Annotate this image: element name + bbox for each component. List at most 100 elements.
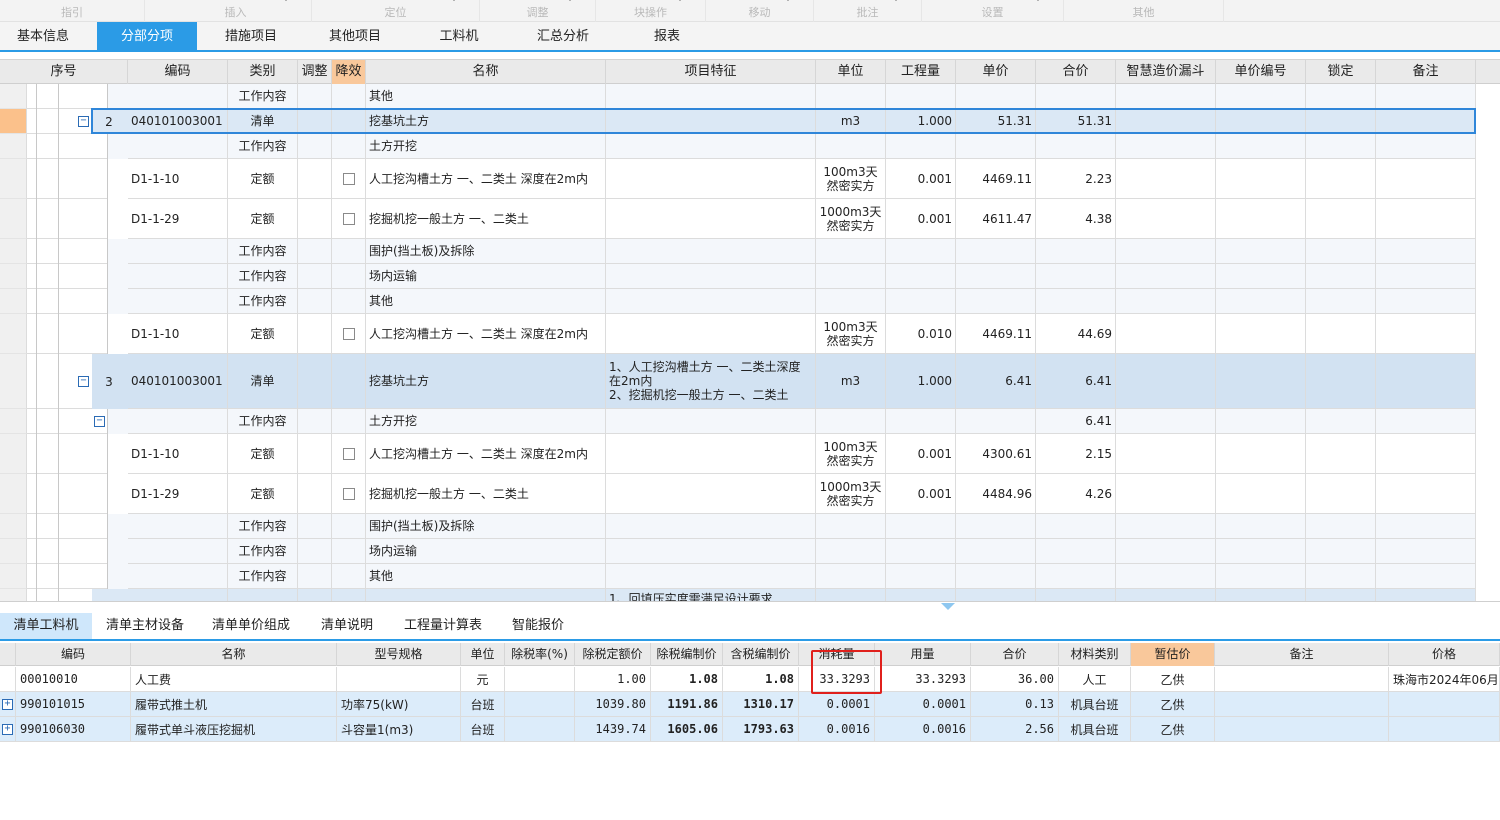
- cell-empty[interactable]: [1376, 289, 1476, 314]
- resource-cell-unit[interactable]: 台班: [461, 692, 505, 717]
- cell-empty[interactable]: [1116, 264, 1216, 289]
- resource-cell-unit[interactable]: 元: [461, 667, 505, 692]
- table-row[interactable]: 工作内容 其他: [0, 289, 1500, 314]
- cell-empty[interactable]: [1216, 514, 1306, 539]
- row-gutter[interactable]: [0, 199, 27, 239]
- detail-tab-2[interactable]: 清单单价组成: [198, 613, 304, 639]
- cell-total[interactable]: 4.38: [1036, 199, 1116, 239]
- dropdown-caret-icon[interactable]: [566, 0, 574, 1]
- column-header[interactable]: 单位: [816, 60, 886, 84]
- cell-feature[interactable]: [606, 289, 816, 314]
- cell-name[interactable]: 挖基坑土方: [366, 354, 606, 409]
- cell-name[interactable]: 土方开挖: [366, 134, 606, 159]
- cell-price[interactable]: 6.41: [956, 354, 1036, 409]
- resource-column-header[interactable]: 除税定额价: [575, 643, 651, 666]
- cell-empty[interactable]: [1116, 239, 1216, 264]
- cell-empty[interactable]: [298, 199, 332, 239]
- checkbox-icon[interactable]: [342, 487, 355, 500]
- resource-column-header[interactable]: 含税编制价: [723, 643, 799, 666]
- resource-cell-consume[interactable]: 33.3293: [799, 667, 875, 692]
- cell-feature[interactable]: [606, 159, 816, 199]
- cell-total[interactable]: 44.69: [1036, 314, 1116, 354]
- cell-cat[interactable]: [228, 589, 298, 601]
- column-header[interactable]: 备注: [1376, 60, 1476, 84]
- cell-cb[interactable]: [332, 84, 366, 109]
- resource-column-header[interactable]: 价格: [1389, 643, 1500, 666]
- cell-empty[interactable]: [1376, 474, 1476, 514]
- row-gutter[interactable]: [0, 539, 27, 564]
- cell-unit[interactable]: 1000m3天然密实方: [816, 199, 886, 239]
- cell-unit[interactable]: [816, 514, 886, 539]
- cell-empty[interactable]: [1216, 134, 1306, 159]
- tab-4[interactable]: 工料机: [410, 22, 508, 50]
- cell-cat[interactable]: 工作内容: [228, 289, 298, 314]
- cell-qty[interactable]: 0.001: [886, 474, 956, 514]
- cell-empty[interactable]: [1306, 539, 1376, 564]
- column-header[interactable]: 智慧造价漏斗: [1116, 60, 1216, 84]
- cell-code[interactable]: [128, 134, 228, 159]
- cell-empty[interactable]: [1216, 409, 1306, 434]
- cell-feature[interactable]: [606, 264, 816, 289]
- row-gutter[interactable]: [0, 409, 27, 434]
- resource-cell-usage[interactable]: 33.3293: [875, 667, 971, 692]
- dropdown-caret-icon[interactable]: [784, 0, 792, 1]
- resource-column-header[interactable]: 材料类别: [1059, 643, 1131, 666]
- column-header[interactable]: 名称: [366, 60, 606, 84]
- table-row[interactable]: D1-1-10 定额 人工挖沟槽土方 一、二类土 深度在2m内 100m3天然密实方 0…: [0, 434, 1500, 474]
- cell-empty[interactable]: [1116, 564, 1216, 589]
- cell-empty[interactable]: [298, 239, 332, 264]
- resource-column-header[interactable]: 合价: [971, 643, 1059, 666]
- resource-cell-withtax[interactable]: 1.08: [723, 667, 799, 692]
- cell-empty[interactable]: [1116, 289, 1216, 314]
- checkbox-icon[interactable]: [342, 212, 355, 225]
- cell-empty[interactable]: [1216, 264, 1306, 289]
- cell-empty[interactable]: [298, 514, 332, 539]
- cell-name[interactable]: 围护(挡土板)及拆除: [366, 239, 606, 264]
- resource-cell-note[interactable]: [1215, 692, 1389, 717]
- cell-feature[interactable]: [606, 564, 816, 589]
- cell-price[interactable]: [956, 564, 1036, 589]
- row-gutter[interactable]: [0, 239, 27, 264]
- cell-qty[interactable]: 1.000: [886, 109, 956, 134]
- cell-unit[interactable]: [816, 134, 886, 159]
- resource-cell-taxrate[interactable]: [505, 667, 575, 692]
- resource-cell-base[interactable]: 1439.74: [575, 717, 651, 742]
- row-gutter[interactable]: [0, 314, 27, 354]
- resource-row-gutter[interactable]: +: [0, 717, 16, 742]
- cell-empty[interactable]: [1216, 199, 1306, 239]
- cell-price[interactable]: [956, 289, 1036, 314]
- cell-cat[interactable]: 定额: [228, 314, 298, 354]
- dropdown-caret-icon[interactable]: [892, 0, 900, 1]
- cell-code[interactable]: 040101003001: [128, 109, 228, 134]
- tab-5[interactable]: 汇总分析: [510, 22, 616, 50]
- cell-price[interactable]: 4469.11: [956, 159, 1036, 199]
- cell-empty[interactable]: [1216, 564, 1306, 589]
- cell-feature[interactable]: [606, 409, 816, 434]
- row-gutter[interactable]: [0, 134, 27, 159]
- table-row[interactable]: 工作内容 场内运输: [0, 264, 1500, 289]
- table-row[interactable]: 工作内容 围护(挡土板)及拆除: [0, 239, 1500, 264]
- cell-empty[interactable]: [298, 434, 332, 474]
- resource-cell-taxrate[interactable]: [505, 717, 575, 742]
- tab-0[interactable]: 基本信息: [0, 22, 86, 50]
- detail-tab-0[interactable]: 清单工料机: [0, 613, 92, 639]
- tab-6[interactable]: 报表: [620, 22, 714, 50]
- cell-code[interactable]: [128, 409, 228, 434]
- tab-2[interactable]: 措施项目: [200, 22, 302, 50]
- cell-empty[interactable]: [298, 159, 332, 199]
- cell-total[interactable]: 6.41: [1036, 354, 1116, 409]
- cell-empty[interactable]: [298, 134, 332, 159]
- cell-empty[interactable]: [1116, 84, 1216, 109]
- cell-unit[interactable]: 100m3天然密实方: [816, 434, 886, 474]
- cell-empty[interactable]: [1116, 354, 1216, 409]
- table-row[interactable]: 工作内容 其他: [0, 564, 1500, 589]
- row-gutter[interactable]: [0, 84, 27, 109]
- cell-empty[interactable]: [1306, 589, 1376, 601]
- resource-cell-taxrate[interactable]: [505, 692, 575, 717]
- cell-cb[interactable]: [332, 474, 366, 514]
- column-header[interactable]: 工程量: [886, 60, 956, 84]
- panel-splitter[interactable]: [0, 601, 1500, 613]
- column-header[interactable]: 降效: [332, 60, 366, 84]
- cell-code[interactable]: [128, 289, 228, 314]
- cell-empty[interactable]: [1116, 589, 1216, 601]
